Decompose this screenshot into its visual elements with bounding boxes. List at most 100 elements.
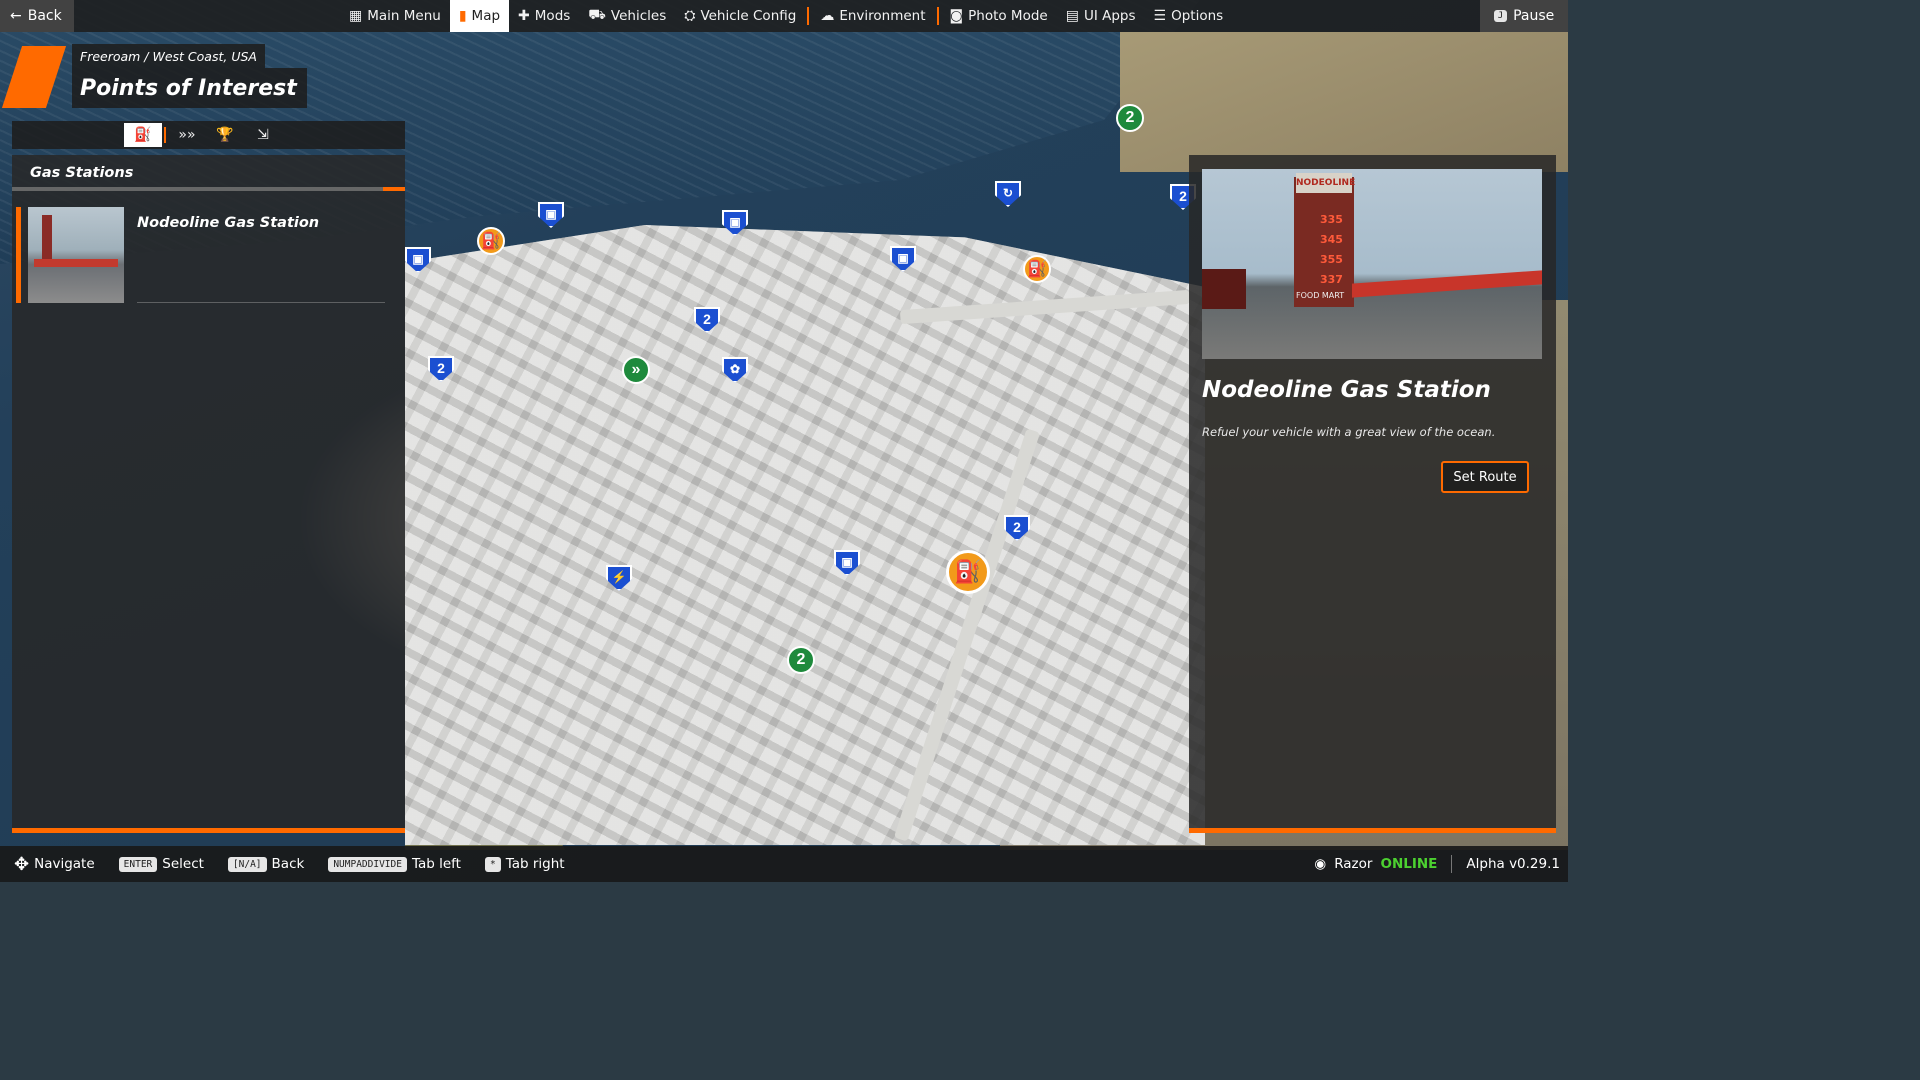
nav-label: Mods bbox=[534, 8, 571, 24]
bus-stop-marker[interactable]: ▣ bbox=[538, 202, 564, 228]
username: Razor bbox=[1334, 856, 1373, 872]
nav-label: Map bbox=[471, 8, 501, 24]
nav-label: Main Menu bbox=[367, 8, 441, 24]
hint-back: [N/A] Back bbox=[227, 856, 305, 872]
chevrons-icon: »» bbox=[178, 127, 196, 143]
preview-canopy bbox=[1352, 270, 1542, 298]
trophy-icon: 🏆 bbox=[216, 127, 234, 143]
hills-area bbox=[1120, 32, 1568, 172]
nav-map[interactable]: ▮ Map bbox=[449, 0, 510, 32]
nav-separator bbox=[936, 7, 939, 25]
mission-marker[interactable]: 2 bbox=[787, 646, 815, 674]
nav-label: UI Apps bbox=[1083, 8, 1136, 24]
online-status: ONLINE bbox=[1380, 856, 1438, 872]
hint-tab-right: * Tab right bbox=[484, 856, 565, 872]
gas-station-icon: ⛽ bbox=[134, 127, 152, 143]
gas-station-preview-image: NODEOLINE 335 345 355 337 FOOD MART bbox=[1202, 169, 1542, 359]
nav-options[interactable]: ☰ Options bbox=[1145, 0, 1233, 32]
price: 355 bbox=[1320, 253, 1343, 266]
key-badge: ENTER bbox=[118, 856, 158, 872]
top-bar: ← Back ▦ Main Menu ▮ Map ✚ Mods ⛟ Vehicl… bbox=[0, 0, 1568, 32]
nav-label: Photo Mode bbox=[968, 8, 1048, 24]
hint-tab-left: NUMPADDIVIDE Tab left bbox=[328, 856, 461, 872]
pause-button[interactable]: J Pause bbox=[1480, 0, 1568, 32]
key-badge: [N/A] bbox=[227, 856, 267, 872]
dpad-icon: ✥ bbox=[14, 853, 30, 875]
back-button[interactable]: ← Back bbox=[0, 0, 74, 32]
sliders-icon: ☰ bbox=[1153, 8, 1167, 24]
list-item[interactable]: Nodeoline Gas Station bbox=[16, 207, 401, 303]
section-header: Gas Stations bbox=[12, 155, 405, 191]
pause-key: J bbox=[1493, 10, 1508, 22]
hint-select: ENTER Select bbox=[118, 856, 204, 872]
thumb-canopy bbox=[34, 259, 118, 267]
apps-icon: ▤ bbox=[1065, 8, 1079, 24]
breadcrumb: Freeroam / West Coast, USA bbox=[72, 44, 265, 68]
weather-icon: ☁ bbox=[820, 8, 835, 24]
steam-icon: ◉ bbox=[1314, 856, 1327, 872]
preview-prices: 335 345 355 337 bbox=[1320, 213, 1350, 293]
back-label: Back bbox=[27, 8, 62, 24]
nav-mods[interactable]: ✚ Mods bbox=[509, 0, 579, 32]
nav-label: Vehicles bbox=[610, 8, 667, 24]
page-title: Points of Interest bbox=[72, 68, 307, 108]
key-badge: NUMPADDIVIDE bbox=[328, 856, 407, 872]
nav-photo-mode[interactable]: ◙ Photo Mode bbox=[941, 0, 1057, 32]
divider bbox=[137, 302, 385, 303]
list-item-name: Nodeoline Gas Station bbox=[137, 215, 320, 231]
pause-label: Pause bbox=[1513, 8, 1555, 24]
price: 345 bbox=[1320, 233, 1343, 246]
key-badge: * bbox=[484, 856, 501, 872]
mission-marker[interactable]: 2 bbox=[1116, 104, 1144, 132]
section-accent bbox=[383, 187, 405, 191]
poi-list-panel: Gas Stations Nodeoline Gas Station bbox=[12, 155, 405, 833]
car-icon: ⛟ bbox=[588, 7, 606, 23]
nav-separator bbox=[807, 7, 810, 25]
preview-sign: NODEOLINE bbox=[1296, 173, 1355, 193]
hint-navigate: ✥ Navigate bbox=[14, 854, 95, 875]
grid-icon: ▦ bbox=[349, 8, 363, 24]
tab-challenges[interactable]: 🏆 bbox=[206, 123, 244, 147]
hint-label: Select bbox=[162, 856, 204, 872]
hint-label: Back bbox=[271, 856, 305, 872]
arrow-left-icon: ← bbox=[10, 8, 22, 24]
thumb-tower bbox=[42, 215, 52, 259]
gas-station-marker-selected[interactable]: ⛽ bbox=[946, 550, 990, 594]
nav-label: Options bbox=[1171, 8, 1224, 24]
chevrons-marker[interactable]: » bbox=[622, 356, 650, 384]
preview-store-label: FOOD MART bbox=[1296, 291, 1345, 300]
city-area bbox=[405, 225, 1205, 845]
detail-description: Refuel your vehicle with a great view of… bbox=[1202, 425, 1496, 439]
nav-ui-apps[interactable]: ▤ UI Apps bbox=[1057, 0, 1145, 32]
tab-gas-stations[interactable]: ⛽ bbox=[124, 123, 162, 147]
section-title: Gas Stations bbox=[30, 165, 134, 181]
map-icon: ▮ bbox=[458, 8, 467, 24]
category-tabs: ⛽ »» 🏆 ⇲ bbox=[12, 121, 405, 149]
tab-spawn-points[interactable]: ⇲ bbox=[244, 123, 282, 147]
status-separator bbox=[1451, 855, 1453, 873]
spawn-icon: ⇲ bbox=[257, 127, 269, 143]
tab-separator bbox=[164, 127, 166, 143]
price: 335 bbox=[1320, 213, 1343, 226]
set-route-button[interactable]: Set Route bbox=[1441, 461, 1529, 493]
account-status: ◉ Razor ONLINE Alpha v0.29.1 bbox=[1314, 846, 1560, 882]
tab-chevrons[interactable]: »» bbox=[168, 123, 206, 147]
nav-environment[interactable]: ☁ Environment bbox=[811, 0, 934, 32]
preview-building bbox=[1202, 269, 1246, 309]
detail-title: Nodeoline Gas Station bbox=[1202, 377, 1491, 403]
version-label: Alpha v0.29.1 bbox=[1466, 856, 1560, 872]
bottom-bar: ✥ Navigate ENTER Select [N/A] Back NUMPA… bbox=[0, 846, 1568, 882]
hint-label: Tab right bbox=[505, 856, 565, 872]
loop-marker[interactable]: ↻ bbox=[995, 181, 1021, 207]
nav-main-menu[interactable]: ▦ Main Menu bbox=[340, 0, 450, 32]
selection-indicator bbox=[16, 207, 21, 303]
gas-station-marker[interactable]: ⛽ bbox=[1023, 255, 1051, 283]
price: 337 bbox=[1320, 273, 1343, 286]
gas-station-marker[interactable]: ⛽ bbox=[477, 227, 505, 255]
nav-label: Environment bbox=[839, 8, 926, 24]
nav-vehicles[interactable]: ⛟ Vehicles bbox=[579, 0, 675, 32]
hint-label: Navigate bbox=[34, 856, 95, 872]
nav-vehicle-config[interactable]: ⛭ Vehicle Config bbox=[675, 0, 805, 32]
nav-label: Vehicle Config bbox=[700, 8, 797, 24]
hint-label: Tab left bbox=[411, 856, 461, 872]
